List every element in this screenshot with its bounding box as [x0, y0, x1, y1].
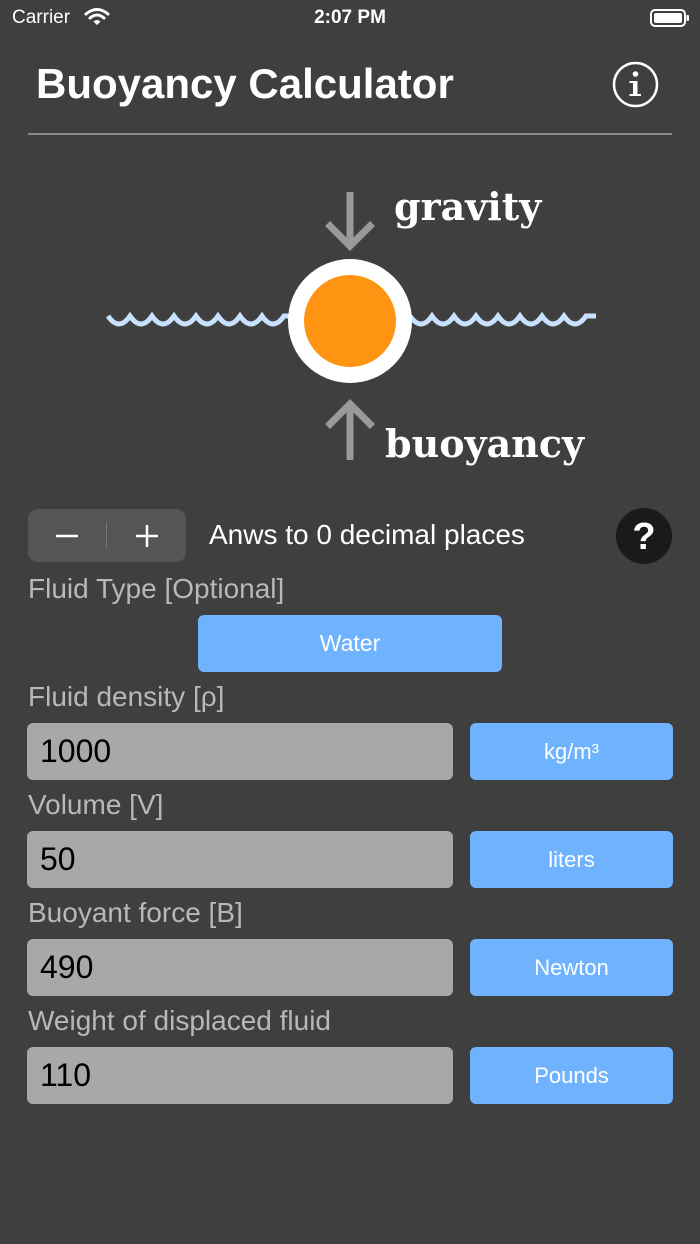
help-icon[interactable]: ? [616, 508, 672, 564]
buoyancy-arrow-icon [325, 399, 375, 460]
gravity-arrow-icon [325, 192, 375, 251]
buoyant-force-label: Buoyant force [B] [28, 897, 243, 928]
displaced-weight-input[interactable]: 110 [27, 1047, 453, 1104]
diagram-graphic [105, 192, 596, 460]
fluid-type-label: Fluid Type [Optional] [28, 573, 285, 604]
decrement-button[interactable] [28, 509, 106, 562]
buoyancy-label: buoyancy [385, 421, 585, 466]
buoyancy-diagram: gravity buoyancy [0, 140, 700, 480]
fluid-density-label: Fluid density [ρ] [28, 681, 225, 712]
water-wave-right [407, 311, 596, 327]
volume-label: Volume [V] [28, 789, 164, 820]
buoyant-force-unit-button[interactable]: Newton [470, 939, 673, 996]
increment-button[interactable] [108, 509, 186, 562]
ball [304, 275, 396, 367]
water-wave-left [105, 311, 290, 327]
svg-text:?: ? [632, 516, 655, 558]
info-icon[interactable] [612, 61, 659, 108]
displaced-weight-label: Weight of displaced fluid [28, 1005, 331, 1036]
decimal-places-label: Anws to 0 decimal places [209, 519, 525, 550]
displaced-weight-unit-button[interactable]: Pounds [470, 1047, 673, 1104]
header-divider [28, 133, 672, 135]
fluid-density-input[interactable]: 1000 [27, 723, 453, 780]
fluid-density-unit-button[interactable]: kg/m³ [470, 723, 673, 780]
stepper-divider [106, 522, 107, 549]
buoyant-force-input[interactable]: 490 [27, 939, 453, 996]
status-time: 2:07 PM [314, 7, 386, 28]
volume-unit-button[interactable]: liters [470, 831, 673, 888]
fluid-type-button[interactable]: Water [198, 615, 502, 672]
battery-icon [650, 9, 689, 27]
page-title: Buoyancy Calculator [36, 60, 454, 107]
gravity-label: gravity [394, 184, 542, 229]
status-bar: Carrier 2:07 PM [0, 0, 700, 36]
volume-input[interactable]: 50 [27, 831, 453, 888]
decimal-stepper [28, 509, 186, 562]
